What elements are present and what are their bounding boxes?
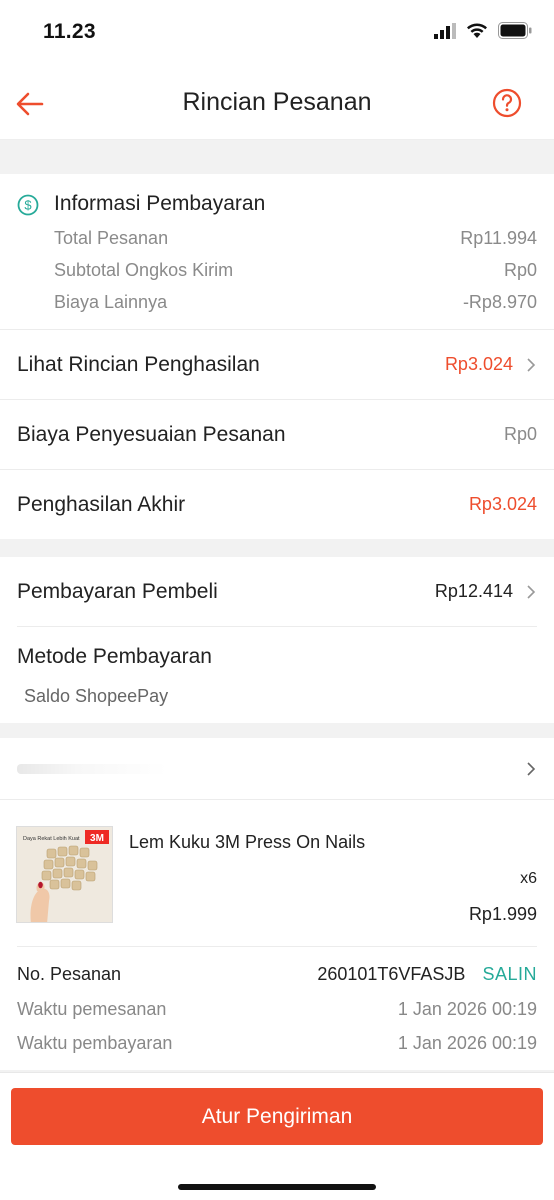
order-time-value: 1 Jan 2026 00:19 bbox=[397, 999, 537, 1019]
nav-bar: Rincian Pesanan bbox=[0, 66, 554, 140]
total-order-row: Total Pesanan Rp11.994 bbox=[54, 228, 537, 249]
payment-method-value: Saldo ShopeePay bbox=[24, 686, 169, 706]
buyer-payment-label: Pembayaran Pembeli bbox=[17, 579, 218, 603]
product-image: Daya Rekat Lebih Kuat 3M bbox=[17, 827, 112, 922]
bottom-action-bar: Atur Pengiriman bbox=[0, 1072, 554, 1200]
order-number-group: 260101T6VFASJB SALIN bbox=[317, 964, 537, 985]
thumb-caption: Daya Rekat Lebih Kuat bbox=[23, 836, 80, 842]
cellular-signal-icon bbox=[434, 22, 456, 39]
buyer-payment-section: Pembayaran Pembeli Rp12.414 Metode Pemba… bbox=[0, 557, 554, 723]
order-adjustment-label: Biaya Penyesuaian Pesanan bbox=[17, 422, 286, 446]
payment-info-section: $ Informasi Pembayaran Total Pesanan Rp1… bbox=[0, 174, 554, 329]
arrange-shipping-button[interactable]: Atur Pengiriman bbox=[11, 1088, 543, 1145]
status-bar: 11.23 bbox=[0, 0, 554, 66]
income-details-label: Lihat Rincian Penghasilan bbox=[17, 352, 260, 376]
question-circle-icon[interactable] bbox=[492, 88, 522, 118]
home-indicator bbox=[178, 1184, 376, 1190]
order-number-value: 260101T6VFASJB bbox=[317, 964, 466, 984]
payment-time-row: Waktu pembayaran 1 Jan 2026 00:19 bbox=[17, 1033, 537, 1054]
product-quantity: x6 bbox=[520, 870, 537, 887]
shipping-subtotal-row: Subtotal Ongkos Kirim Rp0 bbox=[54, 260, 537, 281]
blurred-shop-name bbox=[17, 764, 167, 774]
final-income-row: Penghasilan Akhir Rp3.024 bbox=[0, 469, 554, 539]
divider bbox=[17, 946, 537, 947]
dollar-circle-icon: $ bbox=[17, 194, 39, 216]
shipping-subtotal-label: Subtotal Ongkos Kirim bbox=[54, 260, 234, 280]
order-time-row: Waktu pemesanan 1 Jan 2026 00:19 bbox=[17, 999, 537, 1020]
status-time: 11.23 bbox=[43, 20, 96, 43]
chevron-right-icon bbox=[527, 357, 536, 372]
chevron-right-icon bbox=[527, 762, 536, 776]
other-fees-label: Biaya Lainnya bbox=[54, 292, 168, 312]
payment-info-title: Informasi Pembayaran bbox=[54, 192, 266, 215]
order-time-label: Waktu pemesanan bbox=[17, 999, 167, 1019]
income-details-value: Rp3.024 bbox=[444, 354, 513, 374]
shipping-subtotal-value: Rp0 bbox=[503, 260, 537, 280]
copy-button[interactable]: SALIN bbox=[482, 964, 537, 984]
total-order-label: Total Pesanan bbox=[54, 228, 169, 248]
payment-time-value: 1 Jan 2026 00:19 bbox=[397, 1033, 537, 1053]
shop-row[interactable] bbox=[0, 738, 554, 800]
product-price: Rp1.999 bbox=[468, 904, 537, 924]
battery-icon bbox=[498, 22, 532, 39]
buyer-payment-row[interactable]: Pembayaran Pembeli Rp12.414 bbox=[17, 557, 537, 627]
order-number-row: No. Pesanan 260101T6VFASJB SALIN bbox=[17, 964, 537, 985]
chevron-right-icon bbox=[527, 584, 536, 599]
wifi-icon bbox=[467, 23, 487, 38]
product-name[interactable]: Lem Kuku 3M Press On Nails bbox=[129, 832, 365, 853]
total-order-value: Rp11.994 bbox=[460, 228, 537, 248]
payment-time-label: Waktu pembayaran bbox=[17, 1033, 173, 1053]
other-fees-value: -Rp8.970 bbox=[462, 292, 537, 312]
thumb-brand: 3M bbox=[90, 833, 104, 844]
page-title: Rincian Pesanan bbox=[182, 88, 372, 116]
income-details-row[interactable]: Lihat Rincian Penghasilan Rp3.024 bbox=[0, 329, 554, 399]
svg-text:$: $ bbox=[24, 198, 32, 213]
other-fees-row: Biaya Lainnya -Rp8.970 bbox=[54, 292, 537, 313]
order-number-label: No. Pesanan bbox=[17, 964, 122, 984]
buyer-payment-value: Rp12.414 bbox=[434, 581, 513, 601]
product-section: Daya Rekat Lebih Kuat 3M Lem Kuku 3M Pre… bbox=[0, 800, 554, 1070]
product-thumbnail[interactable]: Daya Rekat Lebih Kuat 3M bbox=[16, 826, 113, 923]
payment-method-label: Metode Pembayaran bbox=[17, 645, 212, 668]
order-adjustment-row: Biaya Penyesuaian Pesanan Rp0 bbox=[0, 399, 554, 469]
status-icons bbox=[434, 22, 532, 39]
final-income-label: Penghasilan Akhir bbox=[17, 492, 186, 516]
final-income-value: Rp3.024 bbox=[468, 494, 537, 514]
order-adjustment-value: Rp0 bbox=[503, 424, 537, 444]
